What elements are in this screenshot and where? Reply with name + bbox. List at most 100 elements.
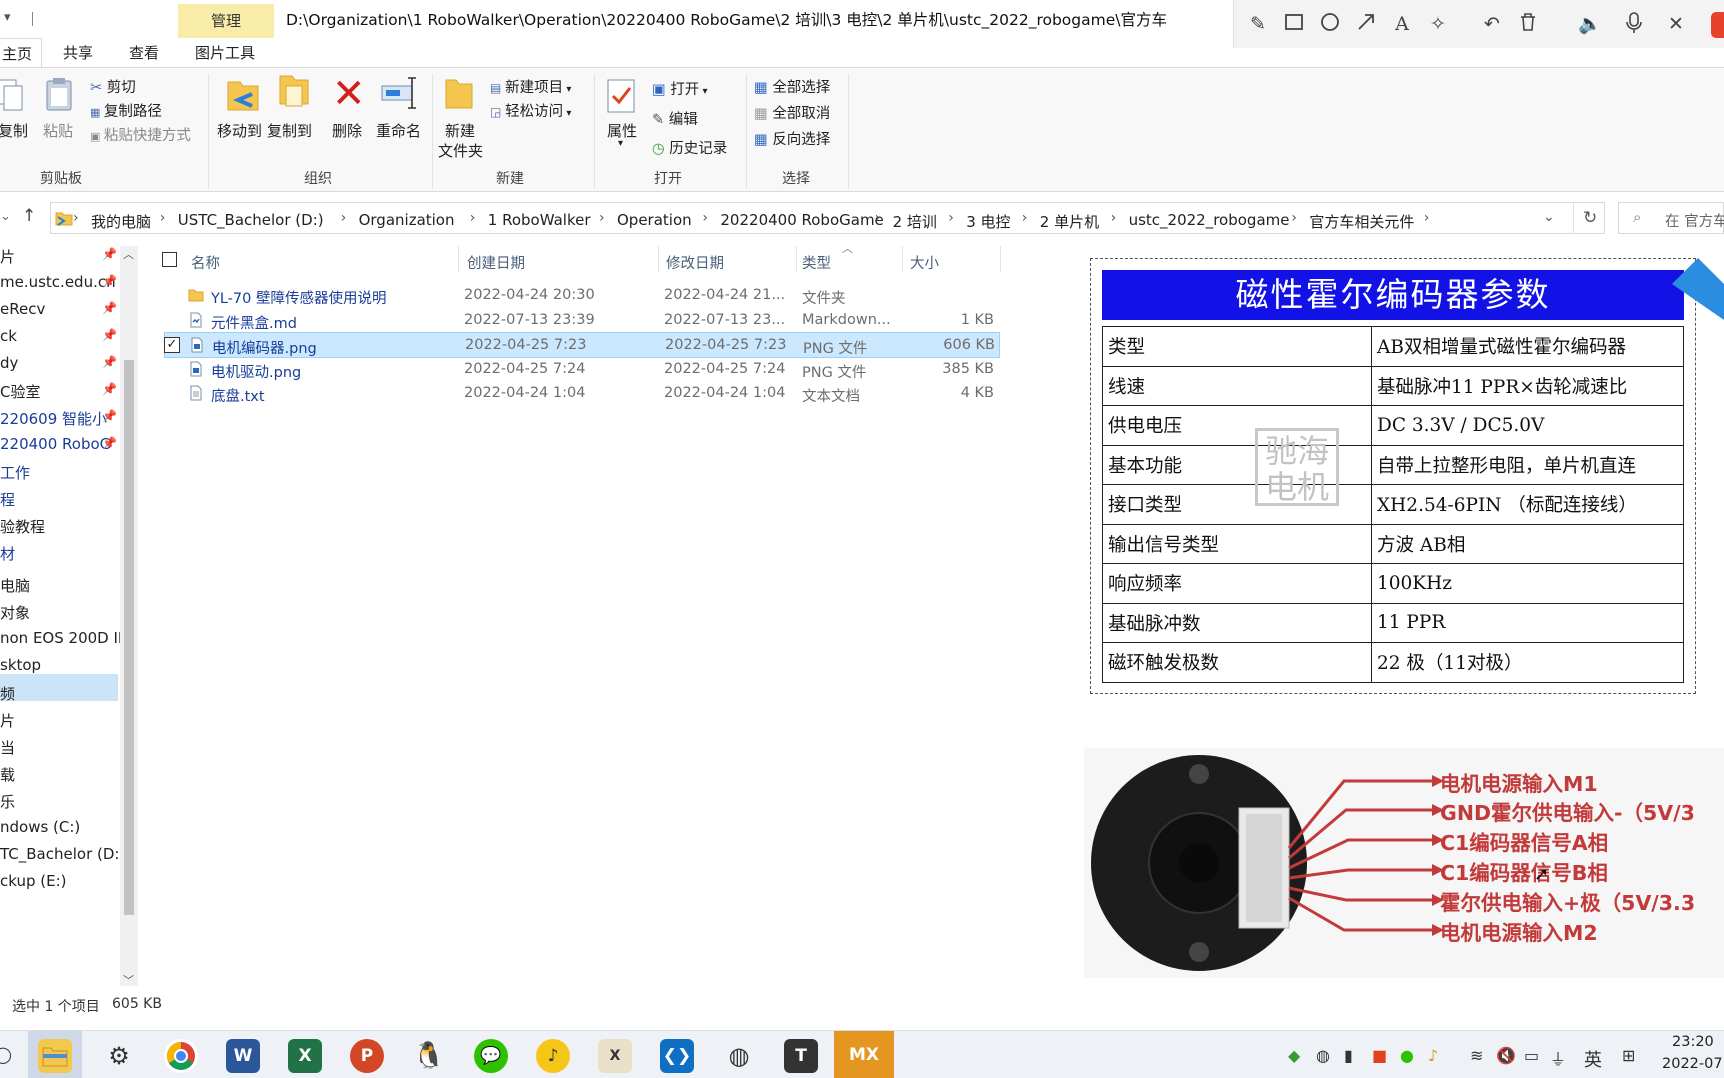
chevron-right-icon[interactable]: › [948,210,954,226]
file-row[interactable]: 电机驱动.png 2022-04-25 7:24 2022-04-25 7:24 PN… [164,357,1000,383]
recent-locations-icon[interactable]: ⌄ [0,209,11,224]
obs-icon[interactable]: ◍ [722,1039,756,1073]
chevron-right-icon[interactable]: › [1424,210,1430,226]
tab-picture-tools[interactable]: 图片工具 [195,38,255,68]
tray-wechat-icon[interactable]: ● [1400,1046,1414,1065]
breadcrumb-item[interactable]: Organization [359,211,455,229]
clock-time[interactable]: 23:20 [1672,1034,1714,1050]
breadcrumb-item[interactable]: USTC_Bachelor (D:) [178,211,324,229]
nav-item[interactable]: 220400 RoboG [0,435,111,453]
select-none-button[interactable]: ▦ 全部取消 [754,102,830,123]
chevron-right-icon[interactable]: › [1111,210,1117,226]
nav-item[interactable]: sktop [0,656,41,674]
chevron-right-icon[interactable]: › [1291,210,1297,226]
breadcrumb-item[interactable]: Operation [617,211,692,229]
context-tab-manage[interactable]: 管理 [178,4,274,38]
magic-wand-icon[interactable]: ✧ [1426,12,1450,36]
network-icon[interactable]: ≋ [1470,1046,1483,1065]
clock-date[interactable]: 2022-07 [1662,1056,1723,1072]
record-indicator[interactable] [1711,12,1724,38]
copy-to-button[interactable]: 复制到 [267,120,312,141]
invert-selection-button[interactable]: ▦ 反向选择 [754,128,830,149]
file-explorer-icon[interactable] [38,1039,72,1073]
column-header-name[interactable]: 名称 [191,252,220,273]
arrow-icon[interactable] [1354,12,1378,36]
nvidia-tray-icon[interactable]: ◆ [1288,1046,1300,1065]
breadcrumb-item[interactable]: 2 单片机 [1040,211,1099,232]
chevron-right-icon[interactable]: › [875,210,881,226]
chevron-right-icon[interactable]: › [1022,210,1028,226]
breadcrumb-item[interactable]: 20220400 RoboGame [720,211,883,229]
move-to-button[interactable]: 移动到 [217,120,262,141]
battery-icon[interactable]: ▭ [1524,1046,1539,1065]
column-header-modified[interactable]: 修改日期 [666,252,724,273]
nav-item[interactable]: ck [0,327,17,345]
paste-shortcut-button[interactable]: ▣ 粘贴快捷方式 [90,124,191,145]
up-arrow-icon[interactable]: ↑ [22,206,36,226]
column-header-size[interactable]: 大小 [910,252,939,273]
power-plug-icon[interactable]: ⏚ [1550,1046,1566,1070]
chrome-icon[interactable] [164,1039,198,1073]
tray-mic-icon[interactable]: ▮ [1344,1046,1353,1065]
ime-mode-icon[interactable]: ⊞ [1622,1046,1635,1065]
copy-path-button[interactable]: ▦ 复制路径 [90,100,162,121]
qq-icon[interactable]: 🐧 [412,1039,446,1073]
edit-button[interactable]: ✎ 编辑 [652,108,698,129]
chevron-right-icon[interactable]: › [341,210,347,226]
select-all-button[interactable]: ▦ 全部选择 [754,76,830,97]
file-row[interactable]: 元件黑盒.md 2022-07-13 23:39 2022-07-13 23... M… [164,308,1000,334]
nav-item[interactable]: 程 [0,489,15,510]
file-row[interactable]: 底盘.txt 2022-04-24 1:04 2022-04-24 1:04 文本文档… [164,381,1000,407]
volume-muted-icon[interactable]: 🔇 [1496,1046,1516,1065]
delete-button[interactable]: 删除 [332,120,362,141]
nav-item[interactable]: 当 [0,737,15,758]
breadcrumb-item[interactable]: ustc_2022_robogame [1129,211,1290,229]
file-row[interactable]: ✓ 电机编码器.png 2022-04-25 7:23 2022-04-25 7:23… [164,332,1000,359]
nav-item[interactable]: 工作 [0,462,30,483]
nav-item[interactable]: C验室 [0,381,40,402]
rectangle-icon[interactable] [1282,12,1306,36]
open-button[interactable]: ▣ 打开 ▾ [652,78,708,99]
new-folder-button-line2[interactable]: 文件夹 [438,140,483,161]
new-folder-button-line1[interactable]: 新建 [445,120,475,141]
rename-button[interactable]: 重命名 [376,120,421,141]
nav-item[interactable]: 频 [0,683,15,704]
tab-home[interactable]: 主页 [0,38,42,68]
nav-item[interactable]: eRecv [0,300,45,318]
nav-item[interactable]: me.ustc.edu.cn [0,273,116,291]
undo-icon[interactable]: ↶ [1480,12,1504,36]
tray-music-icon[interactable]: ♪ [1428,1046,1438,1065]
breadcrumb-item[interactable]: 3 电控 [966,211,1010,232]
vscode-icon[interactable]: ❮❯ [660,1039,694,1073]
trash-icon[interactable] [1516,12,1540,36]
nav-item[interactable]: 220609 智能小 [0,408,107,429]
nav-item[interactable]: ckup (E:) [0,872,67,890]
breadcrumb-item[interactable]: 1 RoboWalker [488,211,591,229]
ellipse-icon[interactable] [1318,12,1342,36]
settings-icon[interactable]: ⚙ [102,1039,136,1073]
music-icon[interactable]: ♪ [536,1039,570,1073]
paste-button[interactable]: 粘贴 [43,120,73,141]
chevron-right-icon[interactable]: › [160,210,166,226]
speaker-icon[interactable]: 🔈 [1578,12,1602,36]
chevron-down-icon[interactable]: ⌄ [1543,209,1555,225]
text-tool-icon[interactable]: A [1390,12,1414,36]
row-checkbox[interactable]: ✓ [164,337,180,354]
history-button[interactable]: ◷ 历史记录 [652,137,727,158]
quick-access-dropdown-icon[interactable]: ▾ [4,10,11,25]
address-bar[interactable]: › 我的电脑 › USTC_Bachelor (D:) › Organization › 1 … [50,202,1605,234]
copy-button[interactable]: 复制 [0,120,28,141]
chevron-right-icon[interactable]: › [599,210,605,226]
chevron-right-icon[interactable]: › [470,210,476,226]
wechat-icon[interactable]: 💬 [474,1039,508,1073]
nav-item[interactable]: non EOS 200D II [0,629,122,647]
breadcrumb-item[interactable]: 2 培训 [893,211,937,232]
powerpoint-icon[interactable]: P [350,1039,384,1073]
nav-item[interactable]: 对象 [0,602,30,623]
chevron-right-icon[interactable]: › [73,210,79,226]
nav-scrollbar-thumb[interactable] [124,360,134,915]
nav-item[interactable]: 乐 [0,791,15,812]
search-icon[interactable]: ◯ [0,1045,12,1064]
pencil-icon[interactable]: ✎ [1246,12,1270,36]
nav-item[interactable]: 验教程 [0,516,45,537]
